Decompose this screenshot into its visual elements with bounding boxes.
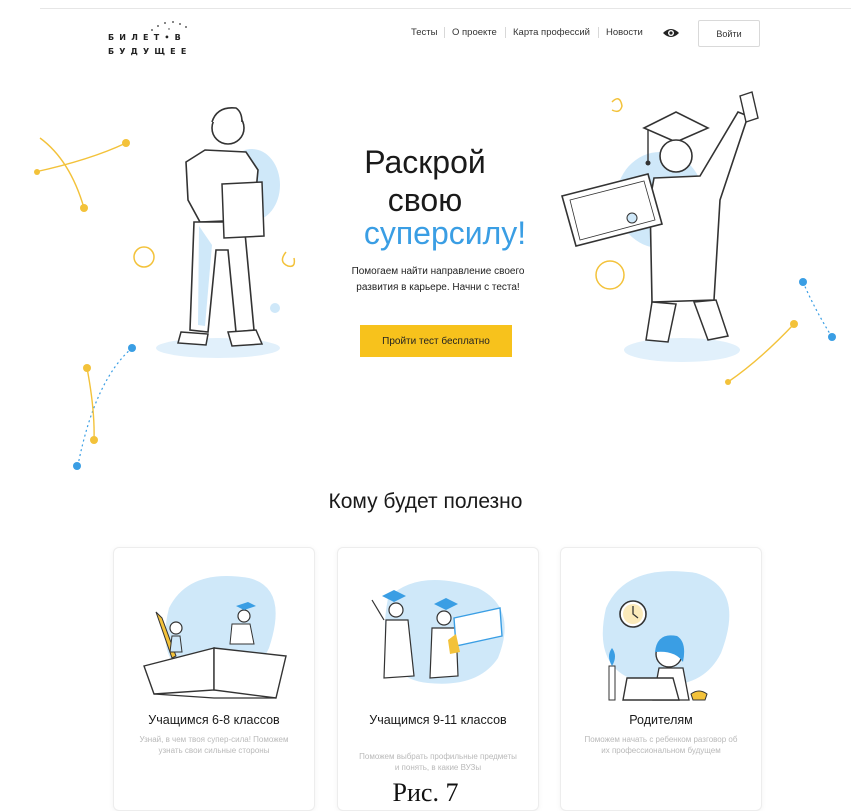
hero-subtitle: Помогаем найти направление своего развит… — [328, 264, 548, 296]
hero-title: Раскрой свою — [330, 143, 520, 219]
hero-title-accent: суперсилу! — [363, 215, 527, 251]
hero-subtitle-line2: развития в карьере. Начни с теста! — [356, 282, 520, 293]
card-title: Родителям — [629, 713, 693, 727]
figure-caption: Рис. 7 — [392, 778, 459, 807]
kids-on-book-illustration — [143, 576, 287, 699]
parent-at-laptop-illustration — [602, 571, 730, 701]
graduates-illustration — [371, 580, 505, 684]
audience-card-parents[interactable]: Родителям Поможем начать с ребенком разг… — [560, 547, 762, 811]
audience-section-title: Кому будет полезно — [328, 490, 523, 513]
card-description: Поможем начать с ребенком разговор об их… — [584, 735, 738, 755]
card-title: Учащимся 9-11 классов — [369, 713, 507, 727]
audience-card-grades-6-8[interactable]: Учащимся 6-8 классов Узнай, в чем твоя с… — [113, 547, 315, 811]
start-test-button[interactable]: Пройти тест бесплатно — [360, 325, 512, 357]
card-title: Учащимся 6-8 классов — [148, 713, 280, 727]
card-description: Поможем выбрать профильные предметы и по… — [359, 752, 517, 772]
card-description: Узнай, в чем твоя супер-сила! Поможем уз… — [139, 735, 289, 755]
hero-title-line1: Раскрой — [364, 144, 486, 180]
hero-subtitle-line1: Помогаем найти направление своего — [351, 266, 525, 277]
page: БИЛЕТ•В БУДУЩЕЕ Тесты О проекте Карта пр… — [0, 0, 851, 811]
audience-card-grades-9-11[interactable]: Учащимся 9-11 классов Поможем выбрать пр… — [337, 547, 539, 811]
